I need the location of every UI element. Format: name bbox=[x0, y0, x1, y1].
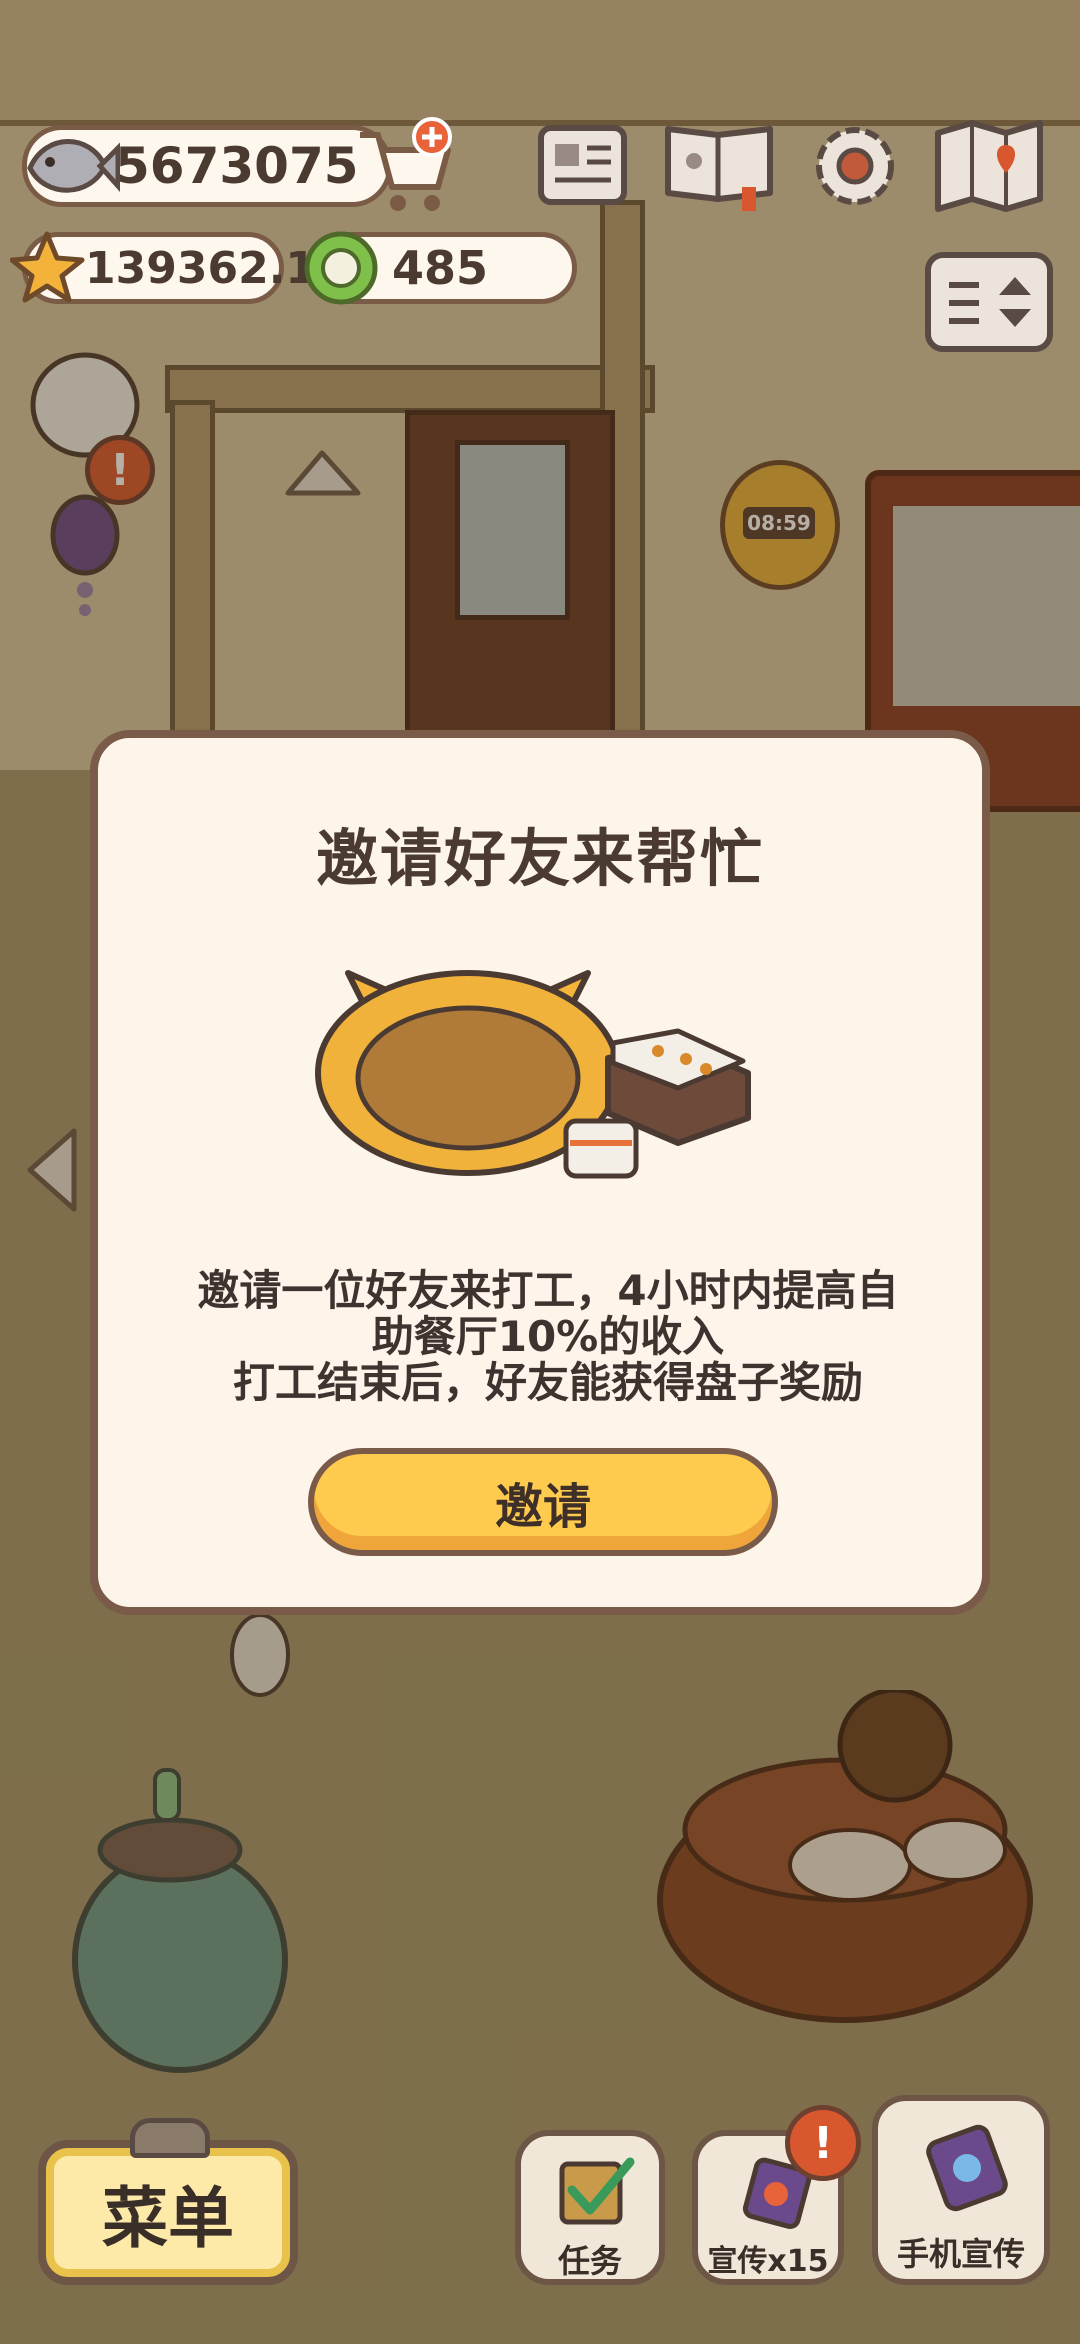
invite-friend-dialog: 邀请好友来帮忙 邀请一位好友来打工，4小时内提高自 助餐厅10%的收入 打工结束… bbox=[90, 730, 990, 1615]
dialog-body-line-3: 打工结束后，好友能获得盘子奖励 bbox=[232, 1358, 863, 1407]
menu-button-label: 菜单 bbox=[102, 2179, 234, 2257]
cat-bed-illustration bbox=[308, 943, 778, 1193]
fish-currency-value: 5673075 bbox=[115, 137, 359, 195]
phone-promotion-label: 手机宣传 bbox=[896, 2235, 1025, 2273]
promotion-alert-badge-icon: ! bbox=[785, 2105, 861, 2181]
shop-cart-button[interactable] bbox=[350, 115, 460, 215]
fish-icon bbox=[20, 118, 120, 213]
gear-icon[interactable] bbox=[805, 118, 905, 213]
tasks-button[interactable]: 任务 bbox=[515, 2130, 665, 2285]
map-icon[interactable] bbox=[932, 115, 1047, 215]
dialog-body-line-1: 邀请一位好友来打工，4小时内提高自 bbox=[197, 1266, 899, 1315]
dialog-title: 邀请好友来帮忙 bbox=[315, 822, 764, 895]
phone-promotion-button[interactable]: 手机宣传 bbox=[872, 2095, 1050, 2285]
sort-toggle-button[interactable] bbox=[925, 252, 1053, 352]
phone-flyer-icon bbox=[922, 2123, 1012, 2213]
invite-button-label: 邀请 bbox=[494, 1479, 591, 1535]
tasks-label: 任务 bbox=[557, 2242, 622, 2280]
promotion-label: 宣传x15 bbox=[707, 2244, 829, 2279]
plate-currency-value: 485 bbox=[392, 241, 489, 295]
clipboard-clip-icon bbox=[130, 2118, 210, 2158]
menu-button[interactable]: 菜单 bbox=[38, 2140, 298, 2285]
dialog-description: 邀请一位好友来打工，4小时内提高自 助餐厅10%的收入 打工结束后，好友能获得盘… bbox=[158, 1268, 938, 1406]
invite-button[interactable]: 邀请 bbox=[308, 1448, 778, 1556]
newspaper-icon[interactable] bbox=[535, 120, 630, 210]
star-icon bbox=[10, 228, 85, 306]
cat-book-icon[interactable] bbox=[660, 115, 780, 215]
dialog-body-line-2: 助餐厅10%的收入 bbox=[371, 1312, 725, 1361]
star-currency-value: 139362.1 bbox=[85, 242, 317, 294]
checkbox-checkmark-icon bbox=[556, 2156, 636, 2231]
plate-icon bbox=[302, 228, 380, 308]
